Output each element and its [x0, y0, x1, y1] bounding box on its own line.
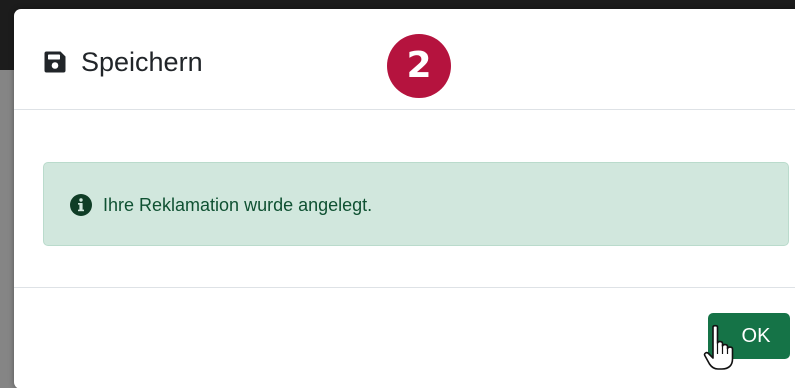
step-number-badge: 2: [387, 34, 451, 98]
dialog-body: Ihre Reklamation wurde angelegt.: [14, 110, 795, 288]
info-icon: [70, 194, 92, 216]
success-alert: Ihre Reklamation wurde angelegt.: [43, 162, 789, 246]
dialog-footer: OK: [14, 288, 795, 388]
alert-message: Ihre Reklamation wurde angelegt.: [103, 195, 373, 215]
ok-button[interactable]: OK: [708, 313, 790, 359]
save-dialog: Speichern 2 Ihre Reklamation wurde angel…: [14, 9, 795, 388]
dialog-title: Speichern: [81, 47, 203, 77]
dialog-header: Speichern 2: [14, 9, 795, 110]
save-icon: [44, 51, 66, 73]
